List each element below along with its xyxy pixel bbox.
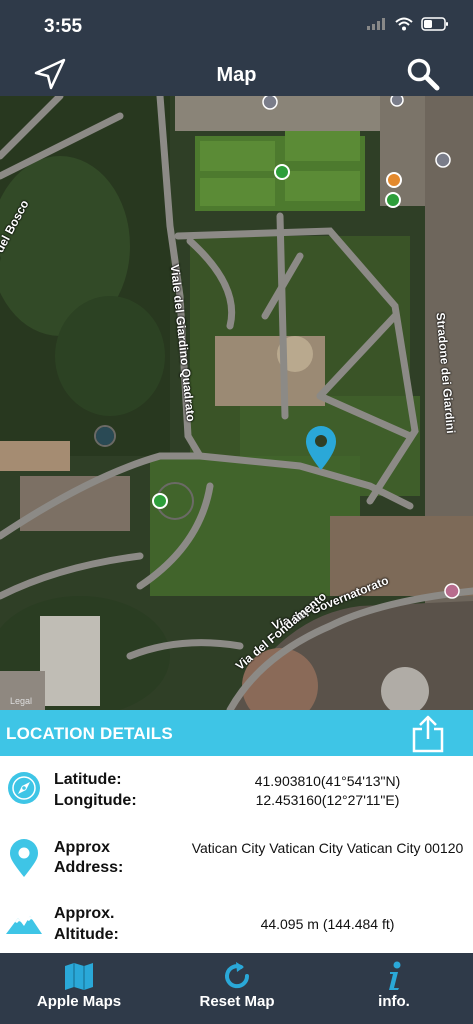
address-value: Vatican City Vatican City Vatican City 0… (191, 840, 464, 856)
compass-icon (6, 770, 42, 810)
status-time: 3:55 (44, 16, 83, 37)
search-icon[interactable] (405, 56, 441, 92)
reset-icon (225, 962, 250, 989)
signal-icon (367, 18, 385, 30)
address-label-line2: Address: (54, 859, 124, 876)
page-title: Map (216, 64, 257, 86)
status-icons (367, 17, 449, 31)
altitude-label-line2: Altitude: (54, 926, 119, 943)
altitude-row: Approx. Altitude: 44.095 m (144.484 ft) (0, 904, 473, 950)
satellite-map[interactable]: ro del Bosco Viale del Giardino Quadrato… (0, 96, 473, 710)
reset-map-label: Reset Map (199, 993, 275, 1010)
info-label: info. (378, 993, 410, 1010)
address-label-line1: Approx (54, 839, 110, 856)
apple-maps-label: Apple Maps (36, 993, 122, 1010)
address-row: Approx Address: Vatican City Vatican Cit… (0, 836, 473, 892)
info-tab[interactable]: info. (315, 957, 473, 1017)
altitude-value: 44.095 m (144.484 ft) (260, 916, 395, 932)
wifi-icon (395, 17, 413, 31)
altitude-label-line1: Approx. (54, 905, 115, 922)
bottom-tab-bar: Apple Maps Reset Map info. (0, 953, 473, 1024)
share-icon[interactable] (411, 715, 445, 753)
longitude-value: 12.453160(12°27'11"E) (255, 792, 400, 808)
location-details-title: LOCATION DETAILS (6, 724, 173, 743)
coordinates-row: Latitude: Longitude: 41.903810(41°54'13"… (0, 764, 473, 824)
apple-maps-tab[interactable]: Apple Maps (0, 957, 158, 1017)
map-icon (65, 963, 93, 990)
map-imagery (0, 96, 473, 710)
map-pin-icon (6, 838, 42, 878)
battery-icon (421, 17, 448, 31)
mountain-icon (6, 912, 42, 952)
latitude-value: 41.903810(41°54'13"N) (254, 773, 401, 789)
longitude-label: Longitude: (54, 792, 137, 809)
latitude-label: Latitude: (54, 771, 122, 788)
map-legal-link[interactable]: Legal (10, 696, 32, 706)
location-details-header: LOCATION DETAILS (0, 710, 473, 756)
reset-map-tab[interactable]: Reset Map (158, 957, 316, 1017)
info-icon (389, 961, 401, 990)
top-bar: 3:55 Map (0, 0, 473, 96)
